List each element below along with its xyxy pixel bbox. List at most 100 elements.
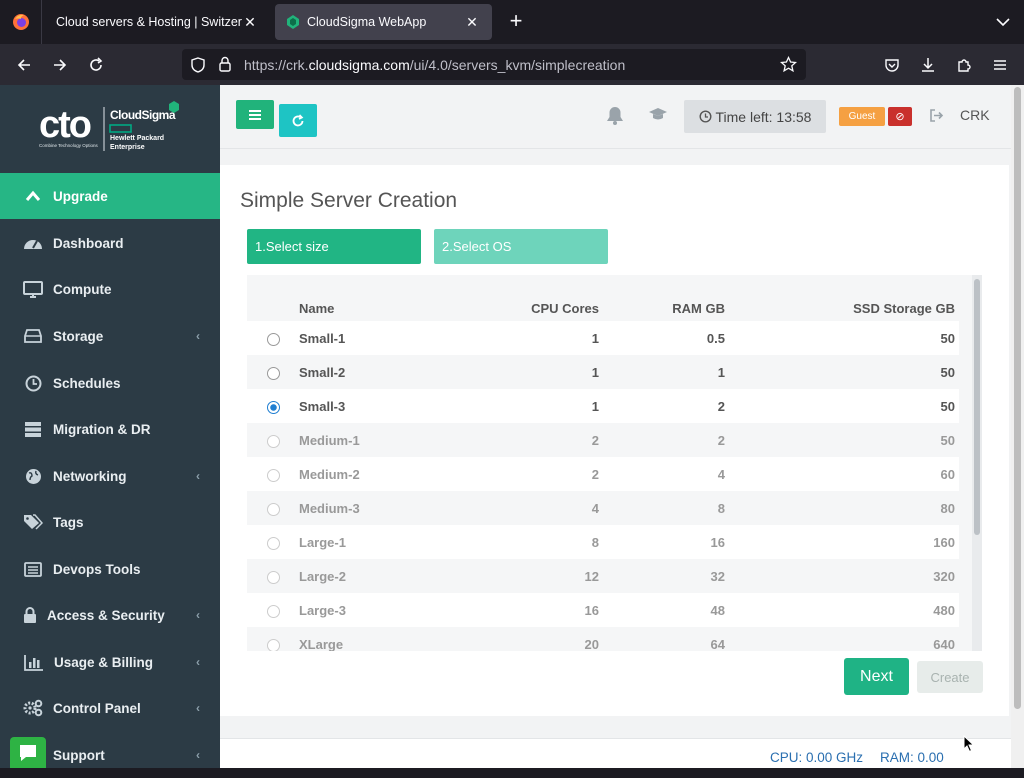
sign-out-icon[interactable] xyxy=(929,108,944,123)
hamburger-menu-icon[interactable] xyxy=(987,52,1013,78)
monitor-icon xyxy=(23,279,43,299)
tab-list-chevron-down-icon[interactable] xyxy=(992,12,1014,32)
refresh-button[interactable] xyxy=(279,104,317,137)
cell-name: Medium-2 xyxy=(299,457,419,491)
cell-ram-gb: 4 xyxy=(603,457,729,491)
step-select-os[interactable]: 2.Select OS xyxy=(434,229,608,264)
cell-name: XLarge xyxy=(299,627,419,651)
forward-arrow-icon[interactable] xyxy=(47,52,73,78)
create-button[interactable]: Create xyxy=(917,661,983,693)
sidebar-item-usage-billing[interactable]: Usage & Billing ‹ xyxy=(0,639,220,685)
step-select-size[interactable]: 1.Select size xyxy=(247,229,421,264)
chevron-left-icon: ‹ xyxy=(196,469,200,483)
size-radio xyxy=(266,638,280,651)
table-row[interactable]: Small-3 1 2 50 xyxy=(247,389,959,423)
chevron-left-icon: ‹ xyxy=(196,329,200,343)
dashboard-gauge-icon xyxy=(23,233,43,253)
chat-widget-button[interactable] xyxy=(10,737,46,768)
cell-cpu-cores: 16 xyxy=(419,593,603,627)
url-text[interactable]: https://crk.cloudsigma.com/ui/4.0/server… xyxy=(244,57,625,73)
sidebar-item-access-security[interactable]: Access & Security ‹ xyxy=(0,592,220,638)
cell-ram-gb: 2 xyxy=(603,389,729,423)
sidebar-item-label: Networking xyxy=(53,468,127,484)
sidebar-item-devops-tools[interactable]: Devops Tools xyxy=(0,546,220,592)
sidebar-item-label: Storage xyxy=(53,328,104,344)
close-tab-icon[interactable]: ✕ xyxy=(464,14,480,31)
lock-icon[interactable] xyxy=(218,56,232,72)
lock-icon xyxy=(20,605,40,625)
clock-icon xyxy=(698,110,712,123)
page-scrollbar[interactable] xyxy=(1011,85,1024,768)
cell-name: Large-1 xyxy=(299,525,419,559)
sidebar-item-label: Usage & Billing xyxy=(54,654,154,670)
sidebar-item-migration[interactable]: Migration & DR xyxy=(0,406,220,452)
cell-cpu-cores: 8 xyxy=(419,525,603,559)
sidebar-item-networking[interactable]: Networking ‹ xyxy=(0,453,220,499)
top-header: Time left: 13:58 Guest ⊘ CRK xyxy=(220,85,1011,149)
back-arrow-icon[interactable] xyxy=(11,52,37,78)
downloads-icon[interactable] xyxy=(915,52,941,78)
globe-icon xyxy=(23,466,43,486)
size-radio[interactable] xyxy=(266,332,280,346)
session-time-left: Time left: 13:58 xyxy=(684,100,826,133)
table-row: Medium-3 4 8 80 xyxy=(247,491,959,525)
sidebar-item-schedules[interactable]: Schedules xyxy=(0,360,220,406)
sidebar-item-label: Dashboard xyxy=(53,235,124,251)
cell-select xyxy=(247,559,299,593)
bookmark-star-icon[interactable] xyxy=(780,56,797,73)
cell-select xyxy=(247,389,299,423)
close-tab-icon[interactable]: ✕ xyxy=(242,14,258,31)
table-scrollbar-thumb[interactable] xyxy=(974,279,980,535)
cell-select xyxy=(247,525,299,559)
tags-icon xyxy=(23,512,43,532)
reload-icon[interactable] xyxy=(83,52,109,78)
firefox-view-button[interactable] xyxy=(0,0,42,44)
table-row[interactable]: Small-1 1 0.5 50 xyxy=(247,321,959,355)
cell-ssd-gb: 480 xyxy=(729,593,959,627)
pocket-icon[interactable] xyxy=(879,52,905,78)
sidebar-item-control-panel[interactable]: Control Panel ‹ xyxy=(0,685,220,731)
svg-text:Hewlett Packard: Hewlett Packard xyxy=(110,135,164,142)
shield-icon[interactable] xyxy=(190,57,206,73)
cell-name: Small-1 xyxy=(299,321,419,355)
table-scrollbar[interactable] xyxy=(972,275,982,651)
cell-name: Medium-1 xyxy=(299,423,419,457)
column-header-ssd: SSD Storage GB xyxy=(853,300,955,316)
page-scrollbar-thumb[interactable] xyxy=(1014,87,1021,709)
cell-ssd-gb: 160 xyxy=(729,525,959,559)
cell-ssd-gb: 320 xyxy=(729,559,959,593)
extensions-puzzle-icon[interactable] xyxy=(951,52,977,78)
ban-icon[interactable]: ⊘ xyxy=(888,107,912,126)
svg-text:cto: cto xyxy=(39,104,91,146)
table-row[interactable]: Small-2 1 1 50 xyxy=(247,355,959,389)
cell-select xyxy=(247,423,299,457)
sidebar-item-upgrade[interactable]: Upgrade xyxy=(0,173,220,219)
sidebar-item-dashboard[interactable]: Dashboard xyxy=(0,220,220,266)
browser-tab-active[interactable]: CloudSigma WebApp ✕ xyxy=(275,4,492,40)
size-radio xyxy=(266,536,280,550)
toggle-sidebar-button[interactable] xyxy=(236,100,274,129)
cell-name: Large-3 xyxy=(299,593,419,627)
sidebar-item-tags[interactable]: Tags xyxy=(0,499,220,545)
cloudsigma-favicon-icon xyxy=(287,15,299,29)
sidebar-item-label: Schedules xyxy=(53,375,121,391)
tab-title: Cloud servers & Hosting | Switzerlar xyxy=(56,15,242,29)
cell-ssd-gb: 50 xyxy=(729,355,959,389)
url-bar[interactable]: https://crk.cloudsigma.com/ui/4.0/server… xyxy=(182,49,806,80)
next-button[interactable]: Next xyxy=(844,658,909,695)
user-name[interactable]: CRK xyxy=(960,107,990,123)
bar-chart-icon xyxy=(24,652,44,672)
cell-ssd-gb: 50 xyxy=(729,321,959,355)
cell-select xyxy=(247,627,299,651)
new-tab-plus-icon[interactable]: + xyxy=(504,10,528,34)
size-radio[interactable] xyxy=(266,366,280,380)
server-size-table: Name CPU Cores RAM GB SSD Storage GB Sma… xyxy=(247,275,982,651)
logo-area[interactable]: cto Combine Technology Options CloudSigm… xyxy=(0,85,220,173)
cell-name: Medium-3 xyxy=(299,491,419,525)
notifications-bell-icon[interactable] xyxy=(606,106,624,125)
graduation-cap-icon[interactable] xyxy=(648,107,668,122)
sidebar-item-storage[interactable]: Storage ‹ xyxy=(0,313,220,359)
browser-tab[interactable]: Cloud servers & Hosting | Switzerlar ✕ xyxy=(44,4,270,40)
size-radio[interactable] xyxy=(266,400,280,414)
sidebar-item-compute[interactable]: Compute xyxy=(0,266,220,312)
